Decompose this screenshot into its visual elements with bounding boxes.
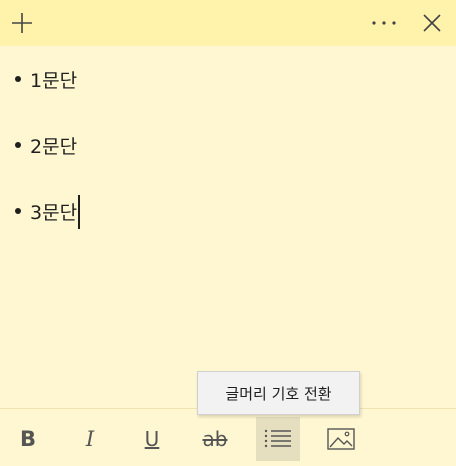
insert-image-button[interactable] bbox=[319, 417, 363, 461]
sticky-note-window: 1문단 2문단 3문단 글머리 기호 전환 B I U ab bbox=[0, 0, 456, 466]
bullet-icon bbox=[15, 208, 21, 214]
close-button[interactable] bbox=[412, 0, 452, 46]
list-item-text: 3문단 bbox=[30, 201, 78, 224]
note-content-editor[interactable]: 1문단 2문단 3문단 bbox=[0, 46, 456, 408]
more-options-button[interactable] bbox=[364, 0, 404, 46]
bullet-icon bbox=[15, 142, 21, 148]
underline-button[interactable]: U bbox=[130, 417, 174, 461]
image-icon bbox=[327, 428, 355, 450]
list-item[interactable]: 2문단 bbox=[15, 131, 77, 159]
italic-button[interactable]: I bbox=[68, 417, 112, 461]
new-note-button[interactable] bbox=[2, 0, 42, 46]
tooltip: 글머리 기호 전환 bbox=[197, 371, 360, 415]
close-icon bbox=[423, 14, 441, 32]
toggle-bullets-button[interactable] bbox=[256, 417, 300, 461]
list-item[interactable]: 3문단 bbox=[15, 195, 81, 229]
list-item-text: 1문단 bbox=[30, 69, 78, 92]
ellipsis-icon bbox=[372, 21, 396, 25]
list-item-text: 2문단 bbox=[30, 135, 78, 158]
formatting-toolbar: B I U ab bbox=[0, 409, 456, 466]
plus-icon bbox=[12, 13, 32, 33]
list-item[interactable]: 1문단 bbox=[15, 65, 77, 93]
strikethrough-button[interactable]: ab bbox=[193, 417, 237, 461]
title-bar bbox=[0, 0, 456, 46]
text-cursor bbox=[78, 195, 81, 229]
bullet-icon bbox=[15, 76, 21, 82]
bold-button[interactable]: B bbox=[6, 417, 50, 461]
bulleted-list-icon bbox=[264, 429, 291, 448]
